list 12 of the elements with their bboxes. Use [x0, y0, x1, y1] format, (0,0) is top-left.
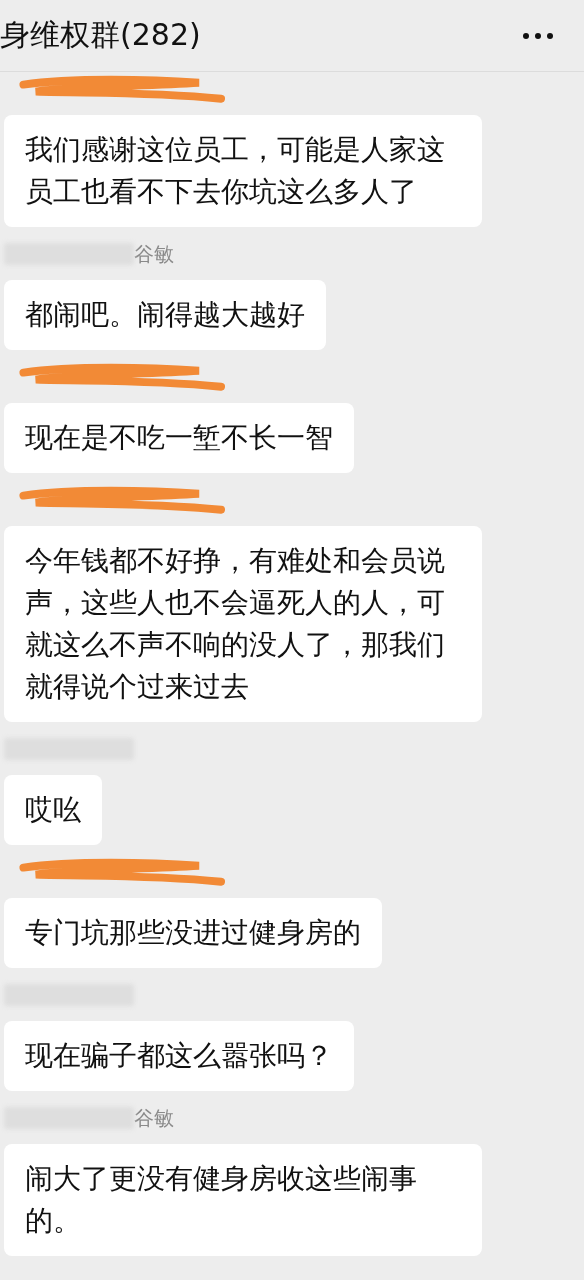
message-bubble: 现在是不吃一堑不长一智	[4, 403, 354, 473]
chat-title: 身维权群(282)	[0, 16, 201, 54]
more-icon[interactable]	[522, 31, 554, 40]
message-bubble: 都闹吧。闹得越大越好	[4, 280, 326, 350]
sender-name: 谷敏	[134, 1104, 174, 1132]
message-bubble: 今年钱都不好挣，有难处和会员说声，这些人也不会逼死人的人，可就这么不声不响的没人了，那我们就得说个过来过去	[4, 526, 482, 722]
message-bubble: 专门坑那些没进过健身房的	[4, 898, 382, 968]
message-bubble: 闹大了更没有健身房收这些闹事的。	[4, 1144, 482, 1256]
sender-name: 谷敏	[134, 240, 174, 268]
message-bubble: 我们感谢这位员工，可能是人家这员工也看不下去你坑这么多人了	[4, 115, 482, 227]
message-bubble: 哎吆	[4, 775, 102, 845]
message-bubble: 现在骗子都这么嚣张吗？	[4, 1021, 354, 1091]
